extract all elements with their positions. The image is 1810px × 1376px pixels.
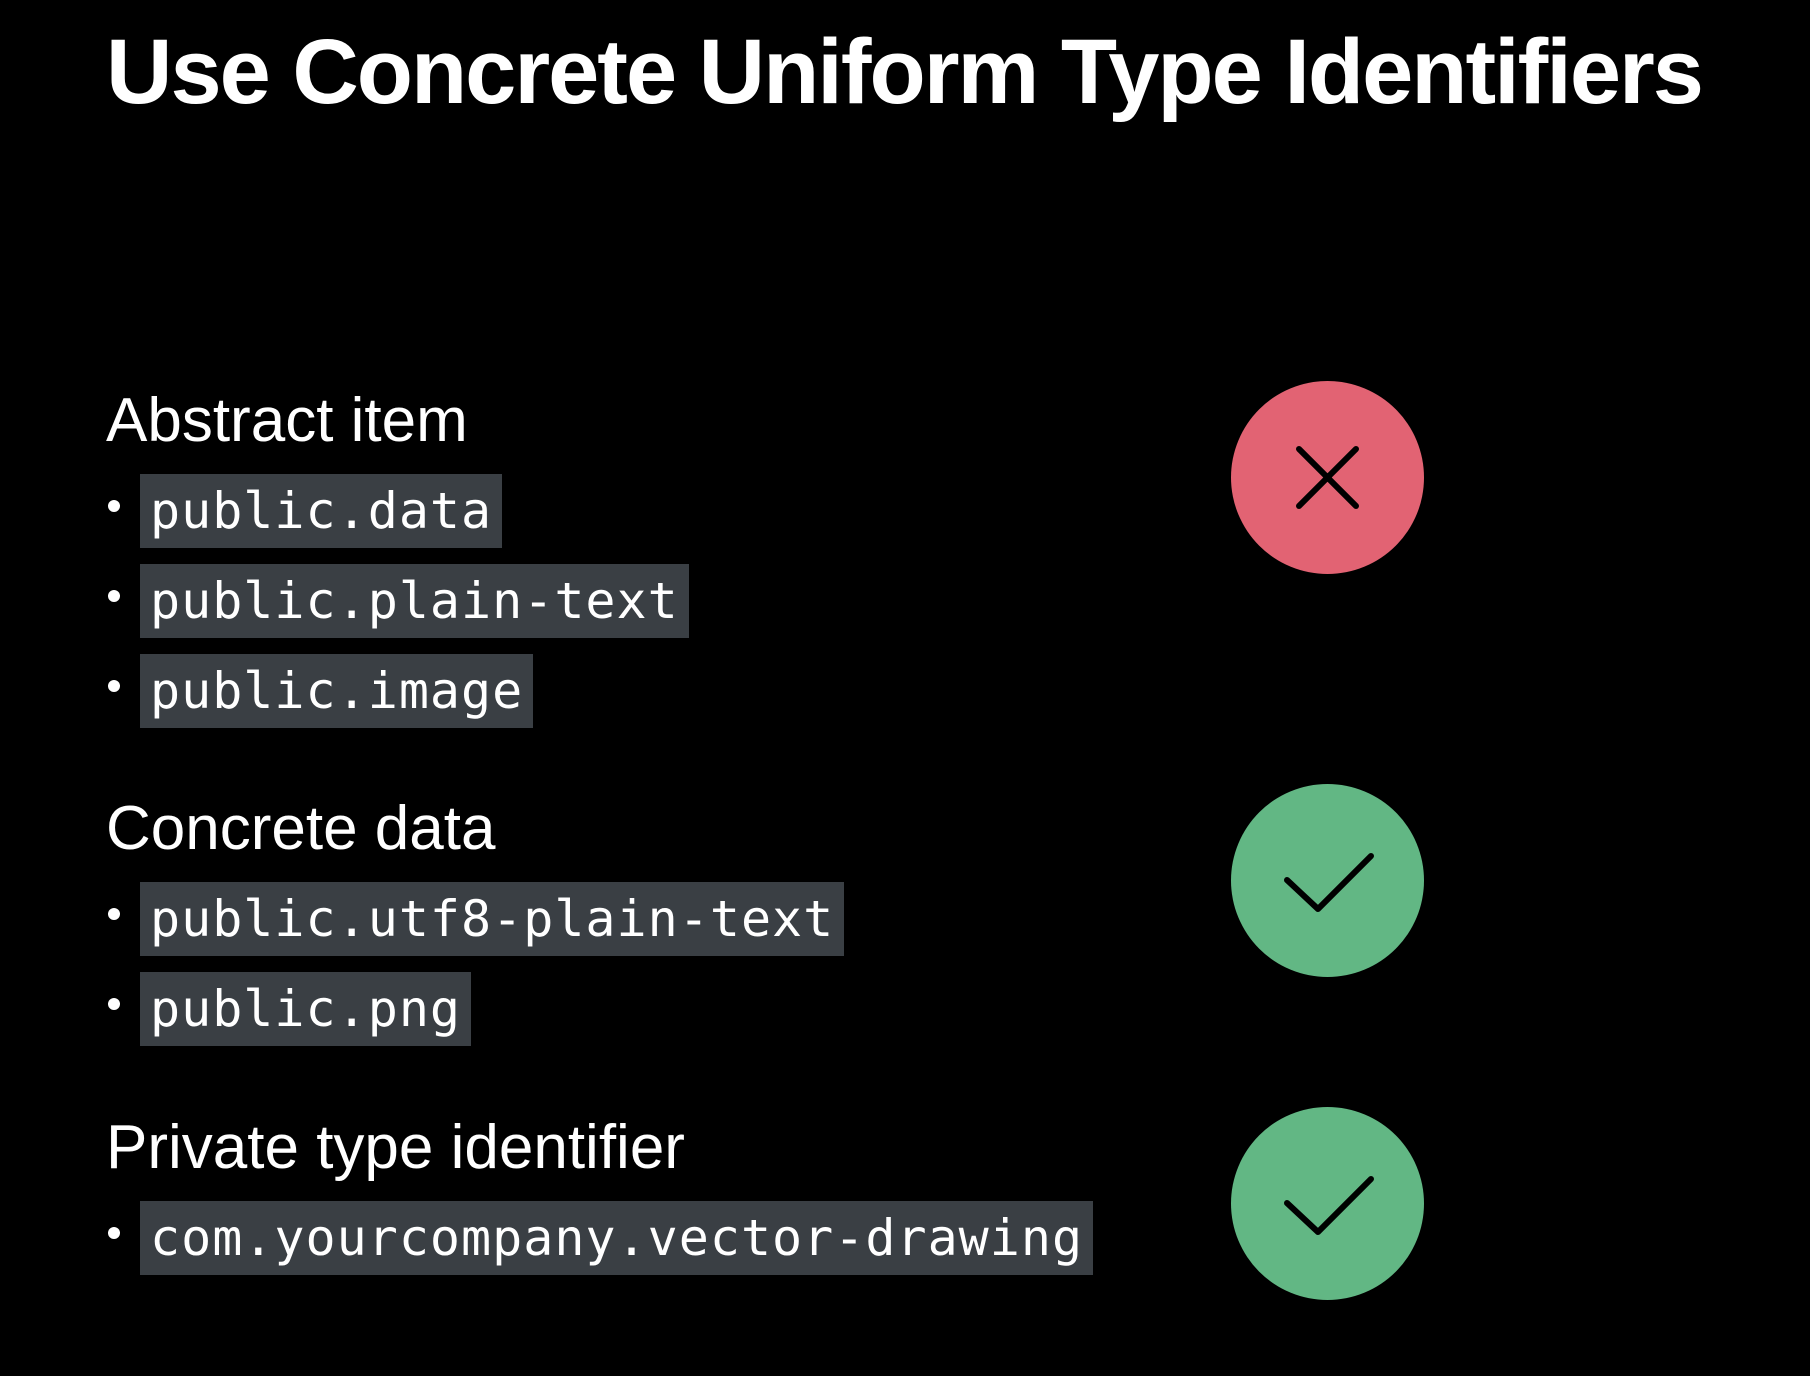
list-item: public.plain-text [106, 564, 689, 638]
type-identifier-code: public.data [140, 474, 503, 548]
type-identifier-list: public.utf8-plain-text public.png [106, 882, 845, 1046]
section-heading: Concrete data [106, 794, 496, 863]
slide-title: Use Concrete Uniform Type Identifiers [106, 21, 1704, 123]
list-item: public.image [106, 654, 689, 728]
type-identifier-code: public.png [140, 972, 472, 1046]
type-identifier-list: com.yourcompany.vector-drawing [106, 1201, 1094, 1275]
section-concrete-data: Concrete data public.utf8-plain-text pub… [106, 794, 845, 1046]
section-heading: Private type identifier [106, 1113, 685, 1182]
type-identifier-code: com.yourcompany.vector-drawing [140, 1201, 1094, 1275]
type-identifier-code: public.image [140, 654, 534, 728]
bullet-icon [108, 500, 120, 512]
section-private-type-identifier: Private type identifier com.yourcompany.… [106, 1113, 1094, 1275]
list-item: com.yourcompany.vector-drawing [106, 1201, 1094, 1275]
x-icon [1296, 446, 1359, 509]
list-item: public.data [106, 474, 689, 548]
valid-status-badge [1231, 1107, 1424, 1300]
bullet-icon [108, 998, 120, 1010]
list-item: public.utf8-plain-text [106, 882, 845, 956]
type-identifier-list: public.data public.plain-text public.ima… [106, 474, 689, 728]
type-identifier-code: public.utf8-plain-text [140, 882, 845, 956]
bullet-icon [108, 590, 120, 602]
section-heading: Abstract item [106, 386, 468, 455]
type-identifier-code: public.plain-text [140, 564, 689, 638]
bullet-icon [108, 908, 120, 920]
section-abstract-item: Abstract item public.data public.plain-t… [106, 390, 689, 728]
list-item: public.png [106, 972, 844, 1046]
checkmark-icon [1284, 1176, 1374, 1235]
bullet-icon [108, 680, 120, 692]
bullet-icon [108, 1227, 120, 1239]
invalid-status-badge [1231, 381, 1424, 574]
checkmark-icon [1284, 853, 1374, 912]
valid-status-badge [1231, 784, 1424, 977]
